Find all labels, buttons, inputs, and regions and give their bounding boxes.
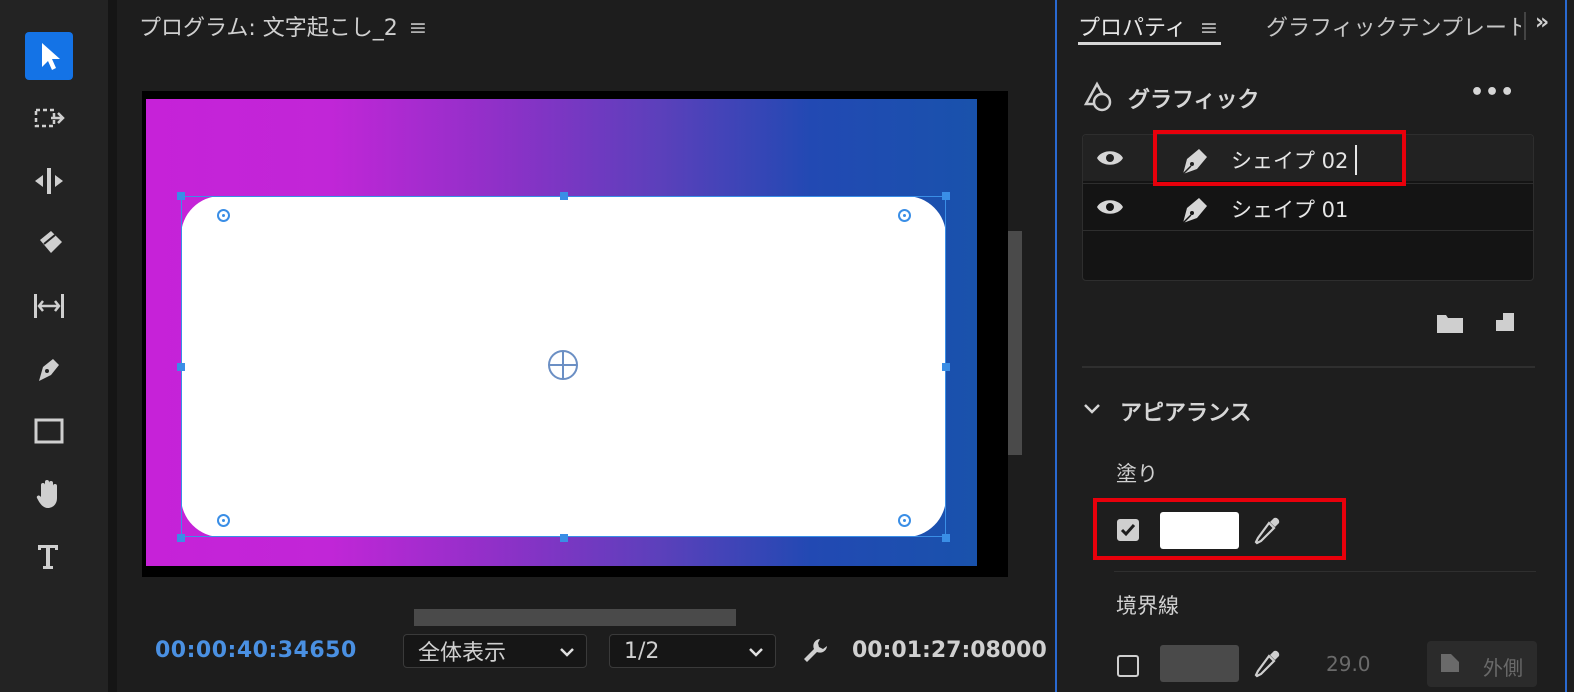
arrow-icon [42, 43, 60, 70]
eye-icon[interactable] [1095, 194, 1125, 220]
pen-icon [39, 359, 59, 381]
panel-menu-icon[interactable]: ≡ [409, 16, 427, 41]
tab-separator [1524, 12, 1526, 40]
stroke-position-value: 外側 [1483, 656, 1523, 680]
type-tool-button[interactable] [25, 532, 73, 580]
tab-essential-graphics[interactable]: グラフィックテンプレート [1266, 10, 1521, 42]
sequence-duration: 00:01:27:08000 [852, 638, 1047, 663]
stroke-outer-icon [1441, 654, 1459, 672]
section-divider [1082, 366, 1535, 368]
resize-handle[interactable] [560, 534, 568, 542]
more-tabs-button[interactable]: » [1535, 10, 1549, 35]
graphic-section-title: グラフィック [1128, 88, 1260, 113]
active-tab-underline [1078, 42, 1221, 45]
wrench-icon[interactable] [800, 636, 830, 666]
chevron-down-icon [560, 648, 574, 657]
tools-panel [0, 0, 108, 692]
slip-icon [34, 294, 64, 318]
resize-handle[interactable] [942, 192, 950, 200]
corner-radius-handle[interactable] [217, 514, 230, 527]
layer-row[interactable]: シェイプ 01 [1083, 183, 1533, 231]
pen-tool-button[interactable] [25, 345, 73, 393]
panel-menu-icon[interactable]: ≡ [1200, 16, 1218, 41]
monitor-title[interactable]: プログラム: 文字起こし_2 ≡ [139, 10, 427, 42]
resize-handle[interactable] [942, 534, 950, 542]
section-divider [1114, 571, 1536, 572]
ripple-edit-icon [35, 168, 63, 194]
graphic-shapes-icon [1083, 81, 1112, 112]
highlight-box-layer [1153, 130, 1406, 186]
resize-handle[interactable] [177, 192, 185, 200]
selection-tool-button[interactable] [25, 32, 73, 80]
zoom-value: 全体表示 [418, 641, 507, 666]
chevron-down-icon[interactable] [1081, 398, 1103, 420]
stroke-checkbox[interactable] [1117, 655, 1139, 677]
layer-name[interactable]: シェイプ 01 [1231, 194, 1348, 224]
corner-radius-handle[interactable] [898, 209, 911, 222]
tab-properties-label: プロパティ [1078, 16, 1187, 41]
stroke-label: 境界線 [1116, 594, 1179, 618]
resize-handle[interactable] [177, 363, 185, 371]
tab-properties[interactable]: プロパティ ≡ [1078, 10, 1218, 42]
ripple-edit-tool-button[interactable] [25, 157, 73, 205]
track-select-icon [34, 108, 65, 128]
corner-radius-handle[interactable] [217, 209, 230, 222]
anchor-point-icon[interactable] [546, 348, 580, 382]
razor-icon [40, 231, 62, 253]
chevron-down-icon [749, 648, 763, 657]
highlight-box-fill [1093, 498, 1346, 560]
resize-handle[interactable] [560, 192, 568, 200]
new-layer-icon[interactable] [1493, 310, 1517, 334]
resolution-dropdown[interactable]: 1/2 [609, 634, 776, 668]
type-icon [38, 545, 58, 569]
new-group-folder-icon[interactable] [1436, 312, 1464, 334]
stroke-color-swatch[interactable] [1160, 645, 1239, 682]
slip-tool-button[interactable] [25, 282, 73, 330]
horizontal-scrollbar[interactable] [414, 609, 736, 626]
vertical-scrollbar[interactable] [1008, 231, 1022, 455]
stroke-width-value[interactable]: 29.0 [1326, 652, 1371, 676]
hand-icon [36, 480, 57, 508]
appearance-section-title[interactable]: アピアランス [1120, 395, 1252, 427]
rectangle-tool-button[interactable] [25, 407, 73, 455]
resolution-value: 1/2 [624, 638, 660, 664]
monitor-title-text: プログラム: 文字起こし_2 [139, 16, 398, 41]
corner-radius-handle[interactable] [898, 514, 911, 527]
eyedropper-icon[interactable] [1252, 647, 1282, 681]
stroke-position-dropdown[interactable]: 外側 [1427, 641, 1537, 687]
playhead-timecode[interactable]: 00:00:40:34650 [155, 638, 357, 663]
fill-label: 塗り [1116, 462, 1158, 486]
resize-handle[interactable] [177, 534, 185, 542]
track-select-tool-button[interactable] [25, 95, 73, 143]
razor-tool-button[interactable] [25, 220, 73, 268]
more-options-icon[interactable]: ••• [1470, 80, 1515, 105]
rectangle-icon [34, 418, 64, 444]
zoom-dropdown[interactable]: 全体表示 [403, 634, 587, 668]
eye-icon[interactable] [1095, 145, 1125, 171]
panel-divider [108, 0, 117, 692]
hand-tool-button[interactable] [25, 470, 73, 518]
pen-icon [1182, 198, 1207, 224]
resize-handle[interactable] [942, 363, 950, 371]
